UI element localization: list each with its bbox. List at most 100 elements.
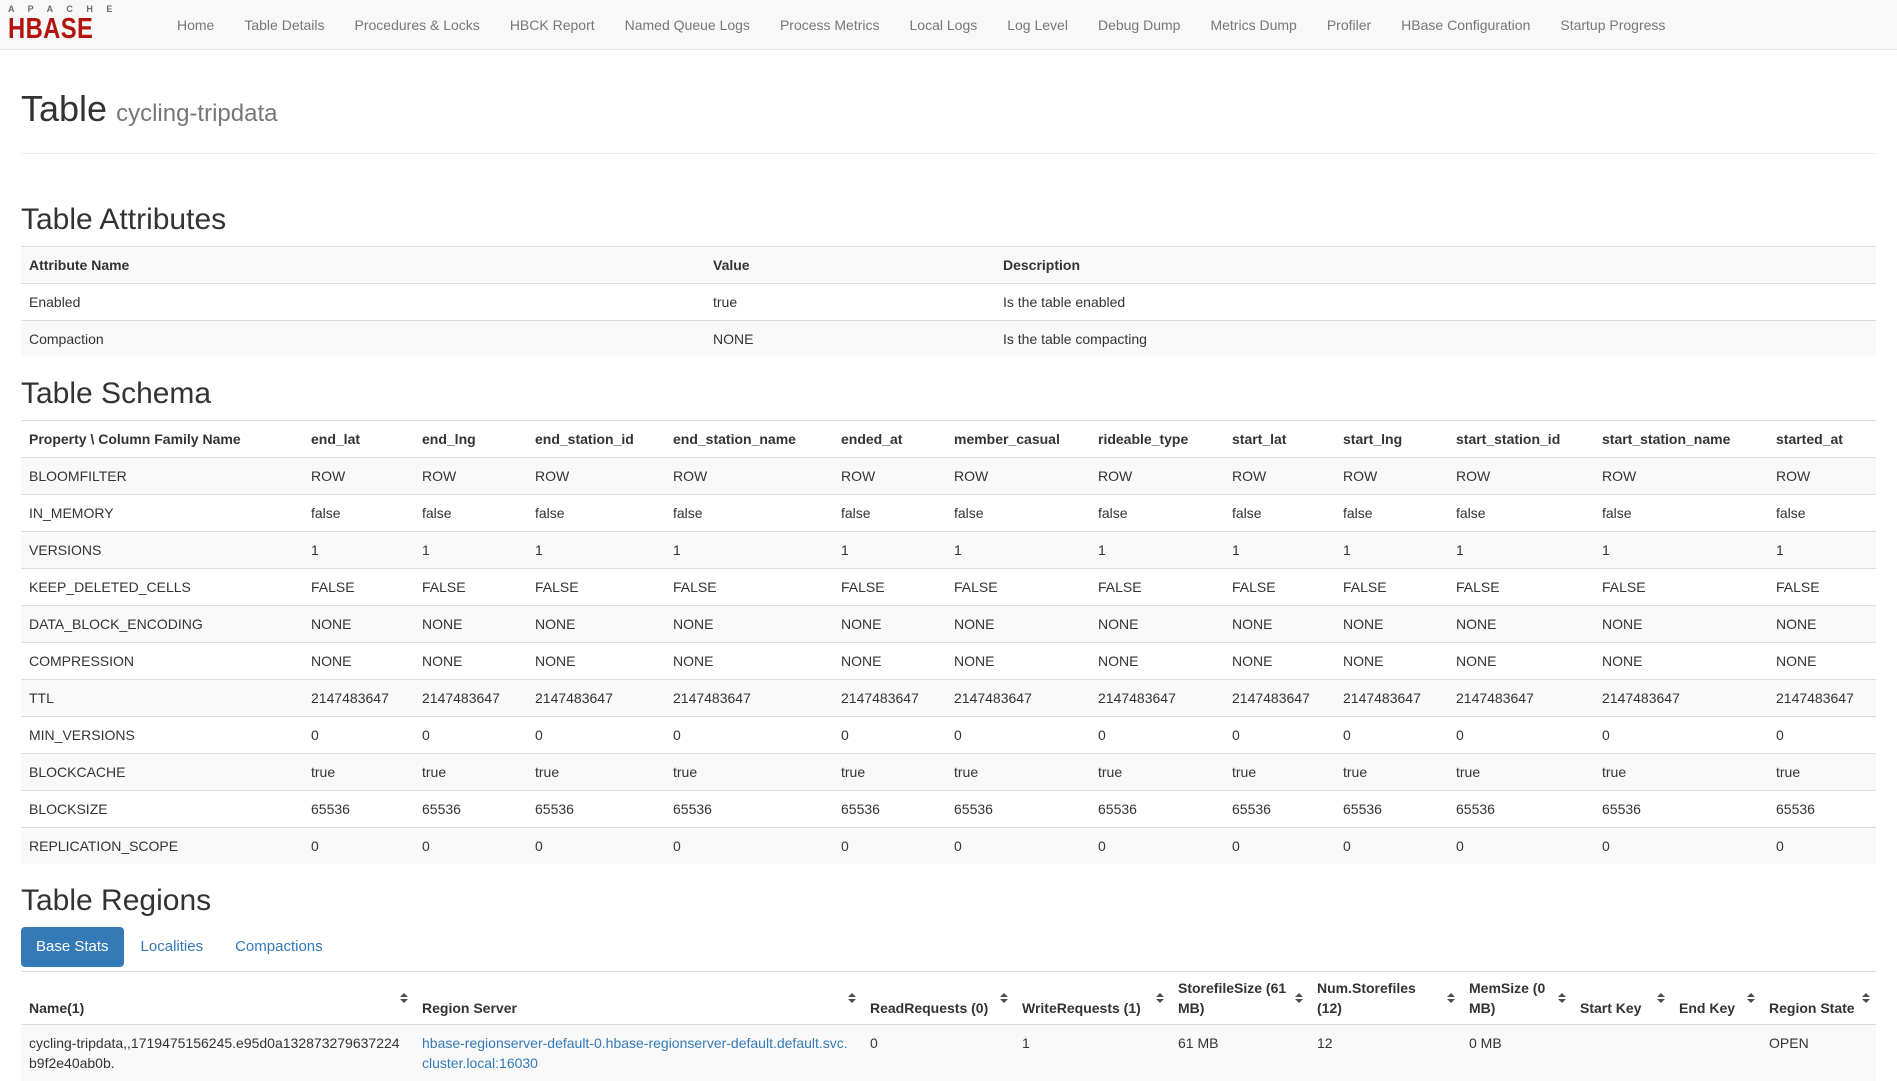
region-read-requests: 0: [862, 1024, 1014, 1081]
regions-col-label: ReadRequests (0): [870, 1000, 988, 1016]
attr-col-description: Description: [995, 246, 1876, 283]
schema-value: 0: [833, 716, 946, 753]
sort-up-arrow: [1747, 993, 1755, 997]
attr-description: Is the table enabled: [995, 283, 1876, 320]
navbar-link-home[interactable]: Home: [177, 17, 214, 33]
regions-table: Name(1) Region Server ReadRequests (0) Writ…: [21, 971, 1876, 1081]
table-row: cycling-tripdata,,1719475156245.e95d0a13…: [21, 1024, 1876, 1081]
schema-value: true: [665, 753, 833, 790]
regions-col-readrequests-0[interactable]: ReadRequests (0): [862, 971, 1014, 1024]
navbar-menu: Home Table Details Procedures & Locks HBCK …: [162, 17, 1680, 33]
region-tabs: Base StatsLocalitiesCompactions: [21, 927, 1876, 967]
navbar-item-process-metrics: Process Metrics: [765, 17, 895, 33]
navbar-link-process-metrics[interactable]: Process Metrics: [780, 17, 880, 33]
sort-up-arrow: [1657, 993, 1665, 997]
sort-icon: [1747, 993, 1755, 1003]
schema-corner-header: Property \ Column Family Name: [21, 420, 303, 457]
schema-value: 0: [1090, 716, 1224, 753]
navbar-item-table-details: Table Details: [229, 17, 339, 33]
schema-value: NONE: [1768, 605, 1876, 642]
schema-value: true: [946, 753, 1090, 790]
navbar-link-log-level[interactable]: Log Level: [1007, 17, 1068, 33]
tab-compactions[interactable]: Compactions: [220, 927, 338, 967]
schema-value: 65536: [833, 790, 946, 827]
tab-base-stats[interactable]: Base Stats: [21, 927, 124, 967]
regions-col-start-key[interactable]: Start Key: [1572, 971, 1671, 1024]
schema-value: FALSE: [414, 568, 527, 605]
schema-value: 0: [946, 716, 1090, 753]
navbar-link-table-details[interactable]: Table Details: [244, 17, 324, 33]
main-content: Tablecycling-tripdata Table Attributes A…: [0, 89, 1897, 1081]
schema-value: 2147483647: [946, 679, 1090, 716]
regions-col-writerequests-1[interactable]: WriteRequests (1): [1014, 971, 1170, 1024]
sort-up-arrow: [1295, 993, 1303, 997]
navbar-link-procedures-locks[interactable]: Procedures & Locks: [355, 17, 480, 33]
regions-col-end-key[interactable]: End Key: [1671, 971, 1761, 1024]
schema-value: 1: [414, 531, 527, 568]
sort-down-arrow: [1558, 999, 1566, 1003]
navbar-link-named-queue-logs[interactable]: Named Queue Logs: [625, 17, 750, 33]
schema-property: MIN_VERSIONS: [21, 716, 303, 753]
schema-value: ROW: [1335, 457, 1448, 494]
sort-down-arrow: [848, 999, 856, 1003]
navbar-link-metrics-dump[interactable]: Metrics Dump: [1210, 17, 1296, 33]
sort-down-arrow: [1295, 999, 1303, 1003]
table-row: Compaction NONE Is the table compacting: [21, 320, 1876, 357]
schema-heading: Table Schema: [21, 377, 1876, 410]
schema-value: NONE: [1090, 642, 1224, 679]
schema-value: NONE: [665, 642, 833, 679]
attr-value: true: [705, 283, 995, 320]
regions-col-storefilesize-61-mb[interactable]: StorefileSize (61 MB): [1170, 971, 1309, 1024]
regions-col-num-storefiles-12[interactable]: Num.Storefiles (12): [1309, 971, 1461, 1024]
schema-family-end_station_id: end_station_id: [527, 420, 665, 457]
regions-col-name-1[interactable]: Name(1): [21, 971, 414, 1024]
regions-col-label: Start Key: [1580, 1000, 1641, 1016]
schema-value: ROW: [833, 457, 946, 494]
schema-family-rideable_type: rideable_type: [1090, 420, 1224, 457]
schema-value: true: [1335, 753, 1448, 790]
regions-col-label: StorefileSize (61 MB): [1178, 980, 1286, 1016]
navbar-link-profiler[interactable]: Profiler: [1327, 17, 1371, 33]
page-title-text: Table: [21, 88, 107, 129]
schema-value: 65536: [1594, 790, 1768, 827]
navbar-link-hbck-report[interactable]: HBCK Report: [510, 17, 595, 33]
schema-value: 2147483647: [303, 679, 414, 716]
schema-family-end_station_name: end_station_name: [665, 420, 833, 457]
hbase-logo[interactable]: A P A C H E HBASE: [8, 5, 126, 44]
schema-value: FALSE: [303, 568, 414, 605]
regions-col-label: Region Server: [422, 1000, 517, 1016]
schema-value: FALSE: [1448, 568, 1594, 605]
regions-col-label: End Key: [1679, 1000, 1735, 1016]
regions-col-region-state[interactable]: Region State: [1761, 971, 1876, 1024]
schema-value: 0: [833, 827, 946, 864]
table-row: KEEP_DELETED_CELLSFALSEFALSEFALSEFALSEFA…: [21, 568, 1876, 605]
navbar-link-hbase-configuration[interactable]: HBase Configuration: [1401, 17, 1530, 33]
schema-property: KEEP_DELETED_CELLS: [21, 568, 303, 605]
schema-value: 0: [1448, 716, 1594, 753]
schema-value: 2147483647: [665, 679, 833, 716]
navbar-link-debug-dump[interactable]: Debug Dump: [1098, 17, 1181, 33]
navbar-link-local-logs[interactable]: Local Logs: [910, 17, 978, 33]
regions-col-region-server[interactable]: Region Server: [414, 971, 862, 1024]
schema-value: false: [1090, 494, 1224, 531]
schema-value: true: [1224, 753, 1335, 790]
table-row: BLOCKCACHEtruetruetruetruetruetruetruetr…: [21, 753, 1876, 790]
schema-value: 65536: [303, 790, 414, 827]
logo-hbase-text: HBASE: [8, 15, 105, 44]
navbar-link-startup-progress[interactable]: Startup Progress: [1560, 17, 1665, 33]
attr-name: Compaction: [21, 320, 705, 357]
region-name: cycling-tripdata,,1719475156245.e95d0a13…: [21, 1024, 414, 1081]
sort-down-arrow: [1447, 999, 1455, 1003]
navbar-item-profiler: Profiler: [1312, 17, 1386, 33]
tab-localities[interactable]: Localities: [126, 927, 219, 967]
schema-value: 0: [1594, 716, 1768, 753]
regions-col-memsize-0-mb[interactable]: MemSize (0 MB): [1461, 971, 1572, 1024]
region-server-link[interactable]: hbase-regionserver-default-0.hbase-regio…: [422, 1035, 848, 1071]
region-start-key: [1572, 1024, 1671, 1081]
region-write-requests: 1: [1014, 1024, 1170, 1081]
sort-icon: [1000, 993, 1008, 1003]
schema-value: 65536: [527, 790, 665, 827]
schema-value: true: [1768, 753, 1876, 790]
sort-down-arrow: [1000, 999, 1008, 1003]
schema-value: FALSE: [1768, 568, 1876, 605]
